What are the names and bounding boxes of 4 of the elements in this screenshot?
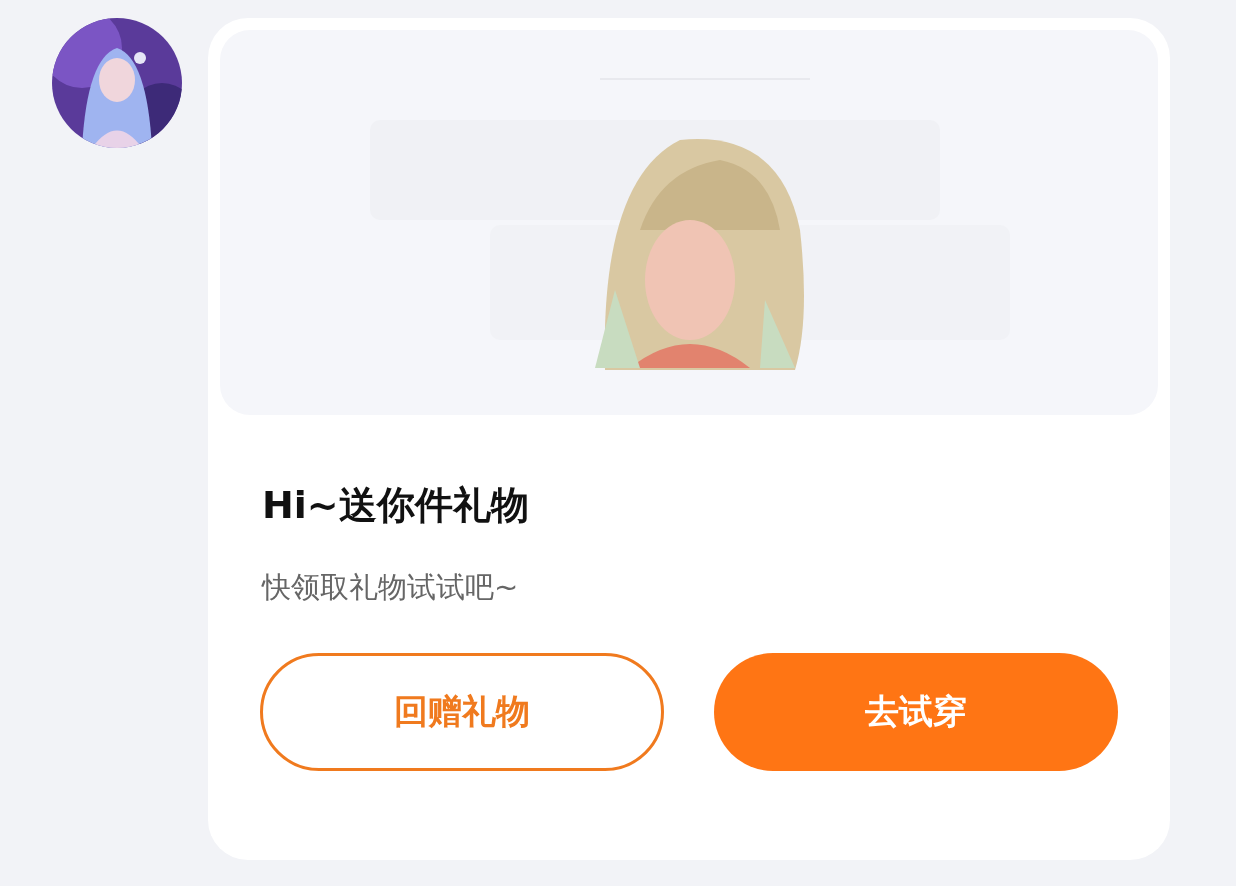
try-on-button[interactable]: 去试穿 [714,653,1118,771]
message-title: Hi~送你件礼物 [262,482,530,529]
message-text: 快领取礼物试试吧~ [262,569,520,606]
return-gift-button[interactable]: 回赠礼物 [260,653,664,771]
